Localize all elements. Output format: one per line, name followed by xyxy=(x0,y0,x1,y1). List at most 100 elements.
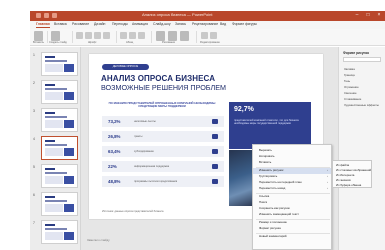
row-label: программы льготного кредитования xyxy=(134,180,178,183)
tab-draw[interactable]: Рисование xyxy=(72,22,89,26)
ribbon-group-editing: Редактирование xyxy=(200,41,220,44)
survey-row[interactable]: 63,4% субсидирование xyxy=(102,146,224,157)
submenu-item[interactable]: Из значков xyxy=(336,178,351,182)
survey-row[interactable]: 48,8% программы льготного кредитования xyxy=(102,176,224,187)
subsidy-icon xyxy=(212,149,218,154)
find-icon[interactable] xyxy=(201,32,208,39)
menu-item-label: Группировать xyxy=(259,174,278,178)
shapes-icon[interactable] xyxy=(156,31,165,41)
survey-row[interactable]: 26,8% гранты xyxy=(102,131,224,142)
survey-row[interactable]: 73,2% налоговые льготы xyxy=(102,116,224,127)
format-option[interactable]: Тень xyxy=(344,79,350,83)
tab-design[interactable]: Дизайн xyxy=(94,22,105,26)
slide-thumbnail[interactable] xyxy=(41,80,78,104)
tab-view[interactable]: Вид xyxy=(220,22,226,26)
tab-home[interactable]: Главная xyxy=(36,22,50,28)
tab-transitions[interactable]: Переходы xyxy=(112,22,128,26)
row-label: гранты xyxy=(134,135,143,138)
tab-shape-format[interactable]: Формат фигуры xyxy=(232,22,257,26)
thumb-number: 7 xyxy=(33,221,35,225)
undo-icon[interactable] xyxy=(44,13,49,18)
paste-icon[interactable] xyxy=(34,31,43,41)
stat-card[interactable]: 92,7% представителей компаний отметили, … xyxy=(229,102,311,149)
bold-icon[interactable] xyxy=(76,32,83,39)
slide-lead-text[interactable]: ПО МНЕНИЮ ПРЕДСТАВИТЕЛЕЙ ОПРОШЕННЫХ КОМП… xyxy=(103,101,221,109)
replace-icon[interactable] xyxy=(210,32,217,39)
tab-record[interactable]: Запись xyxy=(175,22,186,26)
redo-icon[interactable] xyxy=(52,13,57,18)
bullets-icon[interactable] xyxy=(120,32,127,39)
font-color-icon[interactable] xyxy=(103,32,110,39)
tab-animations[interactable]: Анимация xyxy=(132,22,148,26)
numbering-icon[interactable] xyxy=(129,32,136,39)
coins-icon xyxy=(212,119,218,124)
menu-item-alt-text[interactable]: Изменить замещающий текст xyxy=(253,212,331,218)
notes-placeholder[interactable]: Заметки к слайду xyxy=(87,238,110,242)
row-label: субсидирование xyxy=(134,150,154,153)
italic-icon[interactable] xyxy=(85,32,92,39)
ribbon: Вставить Создать слайд Шрифт Абзац Рисов… xyxy=(30,29,385,46)
submenu-item[interactable]: Из файла xyxy=(336,163,349,167)
tab-insert[interactable]: Вставка xyxy=(54,22,67,26)
slide-thumbnail[interactable] xyxy=(41,192,78,216)
submenu-item[interactable]: Из стоковых изображений xyxy=(336,168,371,172)
slide-subtitle[interactable]: ВОЗМОЖНЫЕ РЕШЕНИЯ ПРОБЛЕМ xyxy=(101,83,226,92)
menu-item-change-picture[interactable]: Изменить рисунок › xyxy=(253,168,331,174)
row-percent: 73,2% xyxy=(108,119,121,124)
format-pane-tabs[interactable] xyxy=(343,57,381,62)
ribbon-group-paragraph: Абзац xyxy=(126,41,134,44)
format-option[interactable]: Заливка xyxy=(344,67,355,71)
format-option[interactable]: Отражение xyxy=(344,85,359,89)
quick-styles-icon[interactable] xyxy=(180,31,189,41)
menu-item-format-picture[interactable]: Формат рисунка xyxy=(253,226,331,232)
grant-icon xyxy=(212,134,218,139)
menu-item-group[interactable]: Группировать › xyxy=(253,174,331,180)
ribbon-divider xyxy=(196,31,197,43)
menu-item-copy[interactable]: Копировать xyxy=(253,154,331,160)
ribbon-group-clipboard: Вставить xyxy=(33,41,44,44)
slide-thumbnail[interactable] xyxy=(41,220,78,244)
maximize-icon[interactable]: □ xyxy=(365,13,371,18)
slide-thumbnail[interactable] xyxy=(41,164,78,188)
slide-footer: Источник: данные опроса представителей б… xyxy=(102,210,164,213)
slide-thumbnail[interactable] xyxy=(41,108,78,132)
slide-thumbnail-selected[interactable] xyxy=(41,136,78,160)
arrange-icon[interactable] xyxy=(168,31,177,41)
format-pane: Формат рисунка Заливка Граница Тень Отра… xyxy=(338,47,385,250)
ribbon-group-font: Шрифт xyxy=(88,41,97,44)
tab-slideshow[interactable]: Слайд-шоу xyxy=(153,22,171,26)
window-title: Анализ опроса бизнеса — PowerPoint xyxy=(142,12,213,17)
format-option[interactable]: Граница xyxy=(344,73,355,77)
menu-item-bring-forward[interactable]: Переместить на передний план › xyxy=(253,180,331,186)
format-option[interactable]: Художественные эффекты xyxy=(344,103,379,107)
menu-item-cut[interactable]: Вырезать xyxy=(253,148,331,154)
format-option[interactable]: Свечение xyxy=(344,91,357,95)
menu-item-link[interactable]: Ссылка xyxy=(253,194,331,200)
slide-title[interactable]: АНАЛИЗ ОПРОСА БИЗНЕСА xyxy=(101,74,215,83)
tab-review[interactable]: Рецензирование xyxy=(192,22,218,26)
slide-thumbnail[interactable] xyxy=(41,52,78,76)
survey-row[interactable]: 22% информационная поддержка xyxy=(102,161,224,172)
submenu-item[interactable]: Из Интернета xyxy=(336,173,354,177)
menu-item-send-backward[interactable]: Переместить назад › xyxy=(253,186,331,192)
submenu-item[interactable]: Из буфера обмена xyxy=(336,183,361,187)
align-icon[interactable] xyxy=(138,32,145,39)
menu-item-new-comment[interactable]: Новый комментарий xyxy=(253,234,331,240)
quick-access-toolbar xyxy=(36,13,57,18)
menu-item-size-position[interactable]: Размер и положение xyxy=(253,220,331,226)
stat-text: представителей компаний отметили, что дл… xyxy=(234,119,299,126)
format-option[interactable]: Сглаживание xyxy=(344,97,361,101)
thumb-number: 3 xyxy=(33,109,35,113)
ribbon-divider xyxy=(151,31,152,43)
menu-item-search[interactable]: Поиск xyxy=(253,200,331,206)
underline-icon[interactable] xyxy=(94,32,101,39)
menu-item-paste[interactable]: Вставить xyxy=(253,160,331,166)
menu-item-label: Изменить рисунок xyxy=(259,168,284,172)
save-icon[interactable] xyxy=(36,13,41,18)
menu-item-save-as-picture[interactable]: Сохранить как рисунок xyxy=(253,206,331,212)
chevron-right-icon: › xyxy=(327,168,328,172)
close-icon[interactable]: × xyxy=(376,13,382,18)
powerpoint-window: Анализ опроса бизнеса — PowerPoint – □ ×… xyxy=(0,0,385,250)
new-slide-icon[interactable] xyxy=(51,31,60,41)
minimize-icon[interactable]: – xyxy=(354,13,360,18)
